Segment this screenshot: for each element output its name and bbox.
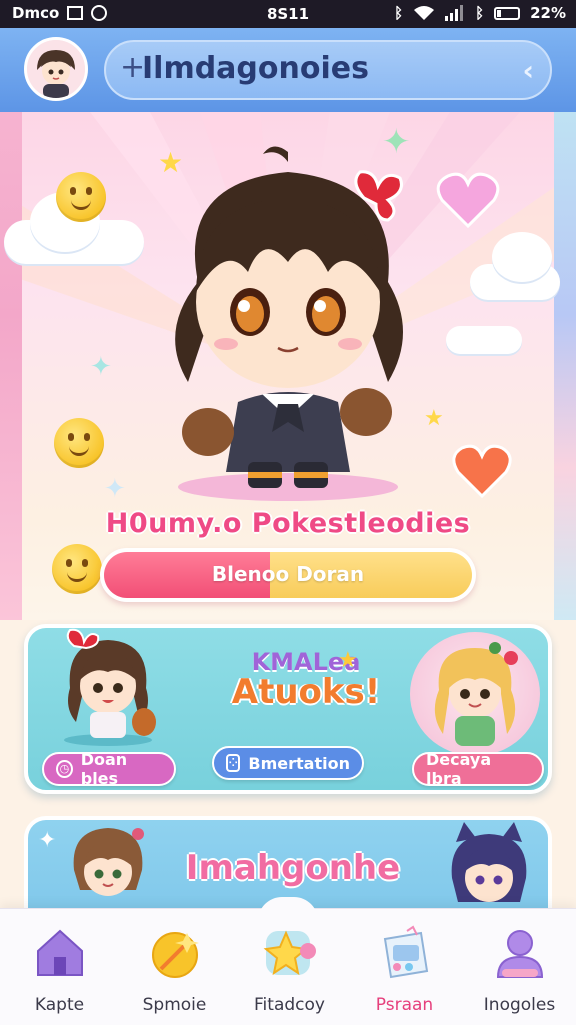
- nav-item-spmoie[interactable]: Spmoie: [117, 921, 232, 1021]
- character-blonde-girl: [434, 642, 518, 746]
- nav-item-kapte[interactable]: Kapte: [2, 921, 117, 1021]
- home-icon: [32, 925, 88, 981]
- smiley-icon-3: [52, 544, 102, 594]
- progress-label: Blenoo Doran: [211, 562, 365, 586]
- chibi-avatar-icon: [27, 40, 85, 98]
- sparkle-icon-3: ✦: [104, 474, 126, 504]
- character-girl-red-bow: [64, 628, 156, 746]
- battery-percent: 22%: [530, 4, 566, 22]
- sparkle-icon-2: ✦: [90, 352, 112, 382]
- main-character-illustration: [175, 146, 403, 501]
- star-icon: [262, 925, 318, 981]
- hero-banner: ★ ★ ✦ ✦ ✦ H0umy.o Pokestleodies: [0, 112, 576, 620]
- hero-title: H0umy.o Pokestleodies: [105, 508, 471, 539]
- hero-progress-bar[interactable]: Blenoo Doran: [100, 548, 476, 602]
- doan-bles-label: Doan bles: [80, 750, 128, 788]
- nav-label-psraan: Psraan: [375, 995, 434, 1015]
- bmertation-button[interactable]: ⁘ Bmertation: [212, 746, 364, 780]
- nav-label-fitadcoy: Fitadcoy: [254, 995, 325, 1015]
- cloud-small: [446, 326, 522, 354]
- heart-icon-orange: [452, 444, 512, 498]
- card1-banner-bottom: Atuoks!: [231, 672, 381, 712]
- decaya-lbra-label: Decaya lbra: [426, 750, 492, 788]
- character-cat-girl: [451, 822, 527, 902]
- signal-icon: [445, 5, 464, 21]
- cloud-right-puff: [492, 232, 552, 282]
- avatar[interactable]: [24, 37, 88, 101]
- profile-icon: [492, 925, 548, 981]
- character-boy-brown: [73, 828, 144, 896]
- nav-label-kapte: Kapte: [34, 995, 85, 1015]
- character-bubble: [410, 632, 540, 756]
- chevron-left-icon[interactable]: ‹: [522, 54, 534, 87]
- card2-title: Imahgonhe: [185, 848, 401, 888]
- right-stripes: [554, 112, 576, 620]
- bluetooth-icon-2: ᛒ: [475, 4, 485, 22]
- clock-icon: ◷: [56, 760, 73, 778]
- nav-label-inogoles: Inogoles: [483, 995, 556, 1015]
- decaya-lbra-button[interactable]: Decaya lbra: [412, 750, 544, 788]
- star-icon-card: ★: [338, 648, 358, 673]
- card1-banner: KMALea Atuoks!: [208, 648, 404, 724]
- wifi-icon: [414, 6, 435, 20]
- bmertation-label: Bmertation: [248, 753, 350, 773]
- nav-item-inogoles[interactable]: Inogoles: [462, 921, 576, 1021]
- nav-item-psraan[interactable]: Psraan: [347, 921, 462, 1021]
- app-header: + Ilmdagonoies ‹: [0, 28, 576, 112]
- status-right: ᛒ ᛒ 22%: [394, 4, 566, 22]
- search-input[interactable]: Ilmdagonoies: [142, 51, 369, 86]
- doan-bles-button[interactable]: ◷ Doan bles: [42, 750, 176, 788]
- nav-label-spmoie: Spmoie: [142, 995, 207, 1015]
- battery-fill: [497, 9, 502, 17]
- bluetooth-icon: ᛒ: [394, 4, 404, 22]
- smiley-icon-2: [54, 418, 104, 468]
- nav-item-fitadcoy[interactable]: Fitadcoy: [232, 921, 347, 1021]
- dice-icon: ⁘: [226, 754, 241, 772]
- gift-icon: [377, 925, 433, 981]
- smiley-icon-1: [56, 172, 106, 222]
- magic-icon: [147, 925, 203, 981]
- heart-icon-pink: [436, 172, 500, 228]
- status-bar: Dmco 8S11 ᛒ ᛒ 22%: [0, 0, 576, 28]
- search-bar[interactable]: + Ilmdagonoies ‹: [104, 40, 552, 100]
- feature-card-1[interactable]: KMALea Atuoks! ★ ◷ Doan bles ⁘ Bmertatio…: [24, 624, 552, 794]
- sparkle-icon-card2: ✦: [38, 828, 57, 853]
- bottom-navigation: Kapte Spmoie Fitadcoy Psraan Inogoles: [0, 897, 576, 1025]
- battery-icon: [494, 6, 521, 20]
- left-stripes: [0, 112, 22, 620]
